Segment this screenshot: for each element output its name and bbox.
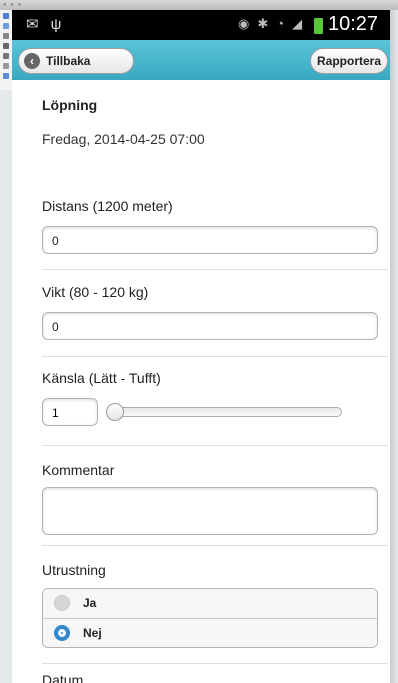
- eye-icon: ◉: [238, 16, 250, 31]
- weight-label: Vikt (80 - 120 kg): [42, 284, 149, 300]
- signal-icon: ◢: [292, 16, 303, 31]
- back-button-label: Tillbaka: [46, 54, 91, 68]
- phone-screen: ✉ ψ ◉ ✱ ◔ ◢ 10:27 ‹ Tillbaka Rapportera Löpn…: [12, 10, 390, 683]
- desktop-side-toolbar: [0, 10, 12, 90]
- status-time: 10:27: [328, 13, 379, 35]
- distance-input[interactable]: 0: [42, 226, 378, 254]
- radio-label: Nej: [83, 626, 102, 640]
- divider: [42, 663, 388, 664]
- window-shadow: [390, 10, 398, 683]
- equipment-option-ja[interactable]: Ja: [43, 589, 377, 619]
- comment-textarea[interactable]: [42, 487, 378, 535]
- tool-icon[interactable]: [3, 33, 9, 39]
- tool-icon[interactable]: [3, 63, 9, 69]
- status-notifications: ✉ ψ: [26, 15, 73, 33]
- equipment-option-nej[interactable]: Nej: [43, 619, 377, 647]
- bluetooth-icon: ✱: [257, 16, 269, 31]
- tool-icon[interactable]: [3, 43, 9, 49]
- window-controls-icon[interactable]: ● ● ●: [3, 2, 22, 8]
- divider: [42, 356, 388, 357]
- distance-label: Distans (1200 meter): [42, 198, 173, 214]
- status-bar: ✉ ψ ◉ ✱ ◔ ◢ 10:27: [12, 10, 390, 40]
- equipment-label: Utrustning: [42, 562, 106, 578]
- activity-title: Löpning: [42, 97, 98, 113]
- equipment-radio-group: Ja Nej: [42, 588, 378, 648]
- wifi-icon: ◔: [276, 16, 285, 31]
- desktop-window-titlebar: ● ● ●: [0, 0, 398, 10]
- radio-unchecked-icon: [54, 595, 70, 611]
- weight-input[interactable]: 0: [42, 312, 378, 340]
- tool-icon[interactable]: [3, 23, 9, 29]
- divider: [42, 445, 388, 446]
- status-indicators: ◉ ✱ ◔ ◢: [238, 16, 310, 32]
- activity-info: Löpning Fredag, 2014-04-25 07:00: [12, 80, 390, 175]
- back-button[interactable]: ‹ Tillbaka: [18, 48, 134, 74]
- feeling-value-input[interactable]: 1: [42, 398, 98, 426]
- feeling-label: Känsla (Lätt - Tufft): [42, 370, 161, 386]
- arrow-left-icon: ‹: [24, 53, 40, 69]
- divider: [42, 545, 388, 546]
- activity-datetime: Fredag, 2014-04-25 07:00: [42, 131, 205, 147]
- usb-icon: ψ: [50, 16, 62, 33]
- tool-icon[interactable]: [3, 13, 9, 19]
- date-label: Datum: [42, 672, 84, 683]
- mail-icon: ✉: [26, 16, 39, 33]
- radio-label: Ja: [83, 596, 97, 610]
- feeling-slider-track[interactable]: [110, 407, 342, 417]
- tool-icon[interactable]: [3, 73, 9, 79]
- battery-icon: [314, 18, 323, 34]
- report-button[interactable]: Rapportera: [310, 48, 388, 74]
- report-form: Distans (1200 meter) 0 Vikt (80 - 120 kg…: [12, 174, 390, 683]
- tool-icon[interactable]: [3, 53, 9, 59]
- divider: [42, 269, 388, 270]
- radio-checked-icon: [54, 625, 70, 641]
- comment-label: Kommentar: [42, 462, 115, 478]
- feeling-slider-handle[interactable]: [106, 403, 124, 421]
- app-header: ‹ Tillbaka Rapportera: [12, 40, 390, 81]
